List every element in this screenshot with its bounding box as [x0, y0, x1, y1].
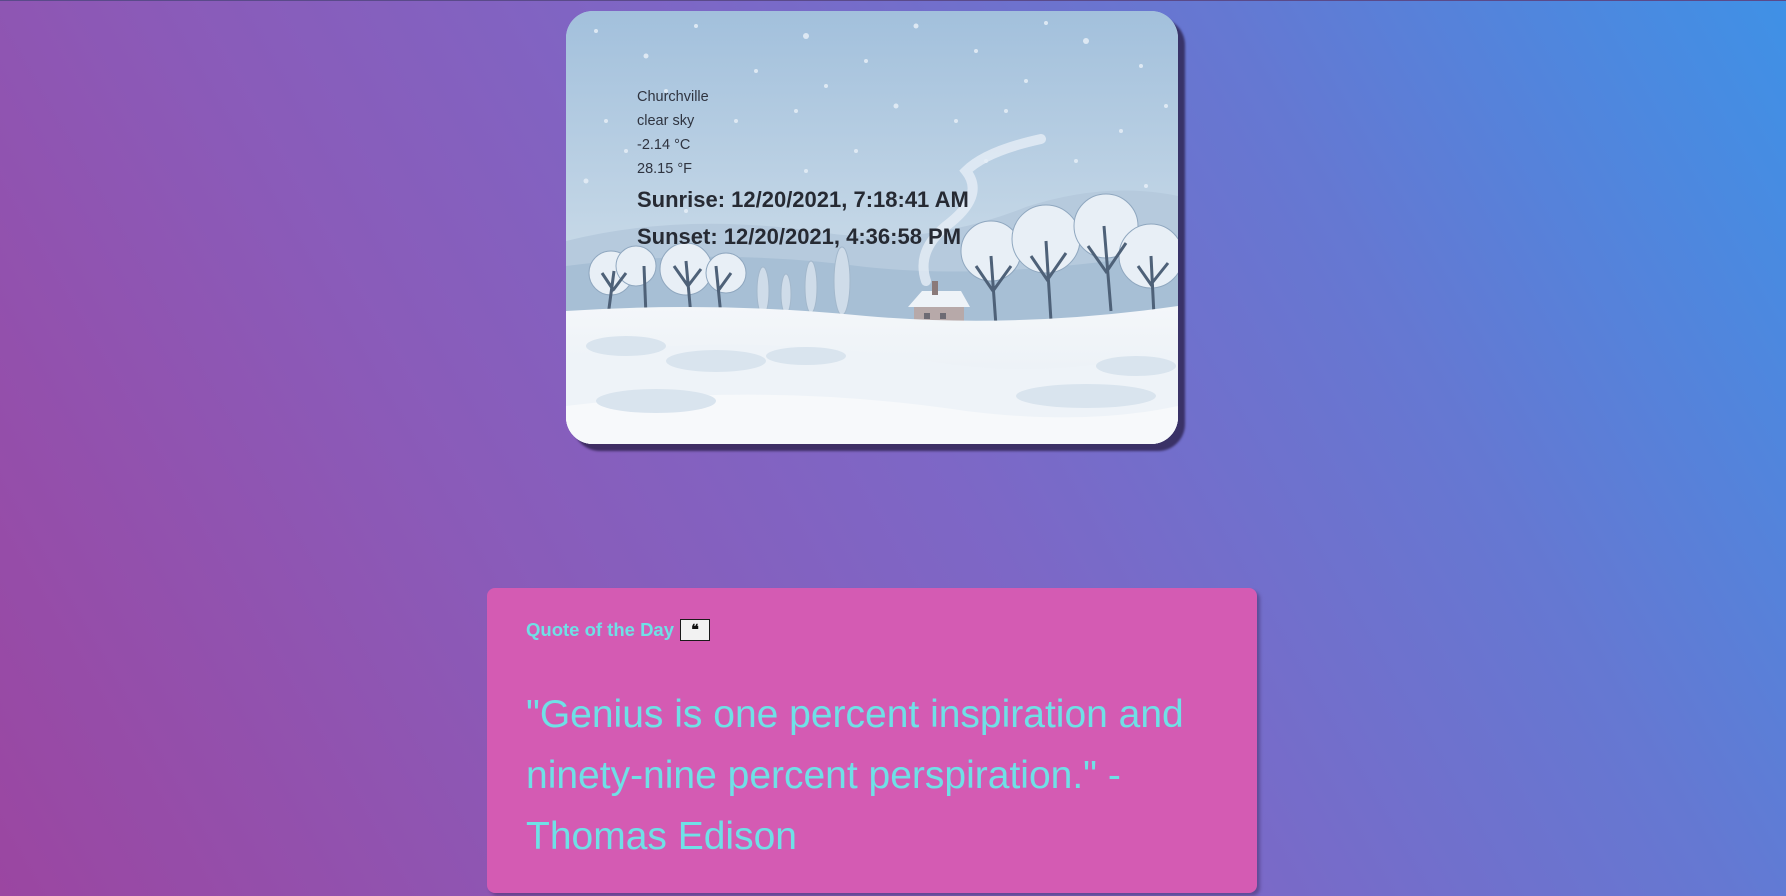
- weather-info: Churchville clear sky -2.14 °C 28.15 °F …: [637, 85, 969, 255]
- sunset-time: Sunset: 12/20/2021, 4:36:58 PM: [637, 224, 962, 249]
- top-border: [0, 0, 1786, 1]
- quote-text: "Genius is one percent inspiration and n…: [526, 693, 1184, 858]
- quote-header: Quote of the Day ❝: [526, 619, 711, 641]
- new-quote-button[interactable]: ❝: [680, 619, 711, 641]
- weather-card: Churchville clear sky -2.14 °C 28.15 °F …: [566, 11, 1178, 444]
- weather-description: clear sky: [637, 113, 695, 129]
- temperature-fahrenheit: 28.15 °F: [637, 161, 692, 177]
- sunrise-time: Sunrise: 12/20/2021, 7:18:41 AM: [637, 187, 969, 212]
- city-name: Churchville: [637, 89, 709, 105]
- quote-icon: ❝: [691, 622, 699, 638]
- temperature-celsius: -2.14 °C: [637, 137, 691, 153]
- quote-title: Quote of the Day: [526, 619, 675, 640]
- quote-card: Quote of the Day ❝ "Genius is one percen…: [487, 588, 1257, 893]
